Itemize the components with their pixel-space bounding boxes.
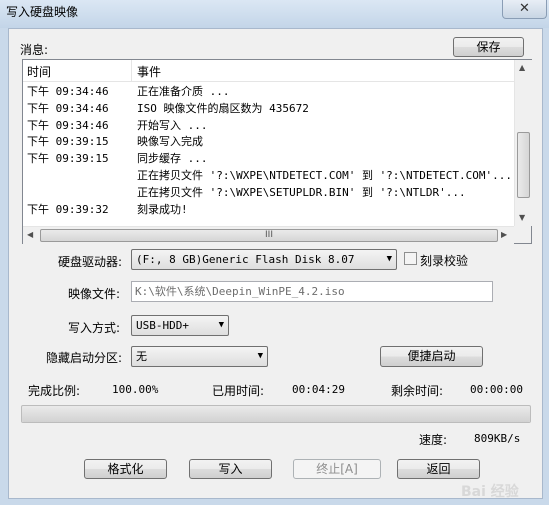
progress-fill xyxy=(22,406,530,422)
dialog-body: 消息: 保存 时间 事件 下午 09:34:46 正在准备介质 ... 下午 09:… xyxy=(8,28,543,500)
drive-select-value: (F:, 8 GB)Generic Flash Disk 8.07 xyxy=(136,253,355,266)
quick-boot-button[interactable]: 便捷启动 xyxy=(380,346,483,367)
log-row[interactable]: 下午 09:39:15 映像写入完成 xyxy=(23,134,514,151)
scroll-down-icon[interactable]: ▼ xyxy=(519,213,525,222)
scroll-corner xyxy=(514,226,531,243)
log-row-event: ISO 映像文件的扇区数为 435672 xyxy=(137,101,309,115)
log-row[interactable]: 下午 09:34:46 开始写入 ... xyxy=(23,118,514,135)
log-row-time: 下午 09:34:46 xyxy=(27,101,109,115)
elapsed-time-label: 已用时间: xyxy=(212,384,265,398)
column-divider[interactable] xyxy=(131,60,132,81)
image-file-label: 映像文件: xyxy=(68,287,121,301)
log-row-event: 映像写入完成 xyxy=(137,135,203,149)
write-method-label: 写入方式: xyxy=(68,321,121,335)
close-icon: ✕ xyxy=(519,1,530,16)
messages-label: 消息: xyxy=(20,43,49,57)
drive-select[interactable]: (F:, 8 GB)Generic Flash Disk 8.07 ▼ xyxy=(131,249,397,270)
log-row-time: 下午 09:34:46 xyxy=(27,118,109,132)
remaining-time-label: 剩余时间: xyxy=(391,384,444,398)
log-row[interactable]: 下午 09:39:15 同步缓存 ... xyxy=(23,151,514,168)
speed-label: 速度: xyxy=(419,433,448,447)
write-method-select[interactable]: USB-HDD+ ▼ xyxy=(131,315,229,336)
abort-button[interactable]: 终止[A] xyxy=(293,459,381,479)
log-row[interactable]: 下午 09:39:32 刻录成功! xyxy=(23,202,514,219)
log-row-event: 正在拷贝文件 '?:\WXPE\SETUPLDR.BIN' 到 '?:\NTLD… xyxy=(137,185,466,199)
scroll-right-icon[interactable]: ▶ xyxy=(501,230,507,239)
progress-bar xyxy=(21,405,531,423)
grip-icon: III xyxy=(265,230,273,240)
format-button[interactable]: 格式化 xyxy=(84,459,167,479)
log-row-event: 刻录成功! xyxy=(137,202,188,216)
title-bar: 写入硬盘映像 ✕ xyxy=(0,0,549,28)
hidden-partition-label: 隐藏启动分区: xyxy=(46,351,123,365)
column-header-event[interactable]: 事件 xyxy=(137,63,161,80)
scroll-left-icon[interactable]: ◀ xyxy=(27,230,33,239)
elapsed-time-value: 00:04:29 xyxy=(292,383,345,396)
complete-ratio-label: 完成比例: xyxy=(28,384,81,398)
log-row[interactable]: 正在拷贝文件 '?:\WXPE\SETUPLDR.BIN' 到 '?:\NTLD… xyxy=(23,185,514,202)
vertical-scrollbar[interactable]: ▲ ▼ xyxy=(514,60,532,226)
chevron-down-icon: ▼ xyxy=(218,320,224,330)
horizontal-scroll-thumb[interactable]: III xyxy=(40,229,498,242)
watermark: Bai 经验 xyxy=(461,484,519,500)
close-button[interactable]: ✕ xyxy=(502,0,547,19)
log-row[interactable]: 下午 09:34:46 ISO 映像文件的扇区数为 435672 xyxy=(23,101,514,118)
log-row-time: 下午 09:39:32 xyxy=(27,202,109,216)
verify-checkbox[interactable] xyxy=(404,252,417,265)
horizontal-scrollbar[interactable]: ◀ III ▶ xyxy=(23,226,514,244)
drive-label: 硬盘驱动器: xyxy=(58,255,123,269)
write-method-value: USB-HDD+ xyxy=(136,319,189,332)
log-row-time: 下午 09:39:15 xyxy=(27,135,109,149)
back-button[interactable]: 返回 xyxy=(397,459,480,479)
remaining-time-value: 00:00:00 xyxy=(470,383,523,396)
log-row-event: 开始写入 ... xyxy=(137,118,208,132)
log-row-time: 下午 09:39:15 xyxy=(27,152,109,166)
log-row-time: 下午 09:34:46 xyxy=(27,85,109,98)
chevron-down-icon: ▼ xyxy=(386,254,392,264)
log-rows: 下午 09:34:46 正在准备介质 ... 下午 09:34:46 ISO 映像文件… xyxy=(23,84,514,218)
verify-label[interactable]: 刻录校验 xyxy=(420,252,468,269)
complete-ratio-value: 100.00% xyxy=(112,383,159,396)
hidden-partition-select[interactable]: 无 ▼ xyxy=(131,346,268,367)
column-header-time[interactable]: 时间 xyxy=(27,63,51,80)
speed-value: 809KB/s xyxy=(474,432,521,445)
hidden-partition-value: 无 xyxy=(136,350,147,363)
chevron-down-icon: ▼ xyxy=(257,351,263,361)
write-button[interactable]: 写入 xyxy=(189,459,272,479)
log-row[interactable]: 下午 09:34:46 正在准备介质 ... xyxy=(23,84,514,101)
image-file-field[interactable]: K:\软件\系统\Deepin_WinPE_4.2.iso xyxy=(131,281,493,302)
log-row-event: 同步缓存 ... xyxy=(137,152,208,166)
log-row-event: 正在准备介质 ... xyxy=(137,85,230,98)
log-row-event: 正在拷贝文件 '?:\WXPE\NTDETECT.COM' 到 '?:\NTDE… xyxy=(137,168,511,182)
scroll-up-icon[interactable]: ▲ xyxy=(519,63,525,72)
log-row[interactable]: 正在拷贝文件 '?:\WXPE\NTDETECT.COM' 到 '?:\NTDE… xyxy=(23,168,514,185)
log-header: 时间 事件 xyxy=(23,60,514,82)
message-log[interactable]: 时间 事件 下午 09:34:46 正在准备介质 ... 下午 09:34:46 IS… xyxy=(22,59,532,244)
save-button[interactable]: 保存 xyxy=(453,37,524,57)
window-title: 写入硬盘映像 xyxy=(6,5,79,19)
vertical-scroll-thumb[interactable] xyxy=(517,132,530,198)
